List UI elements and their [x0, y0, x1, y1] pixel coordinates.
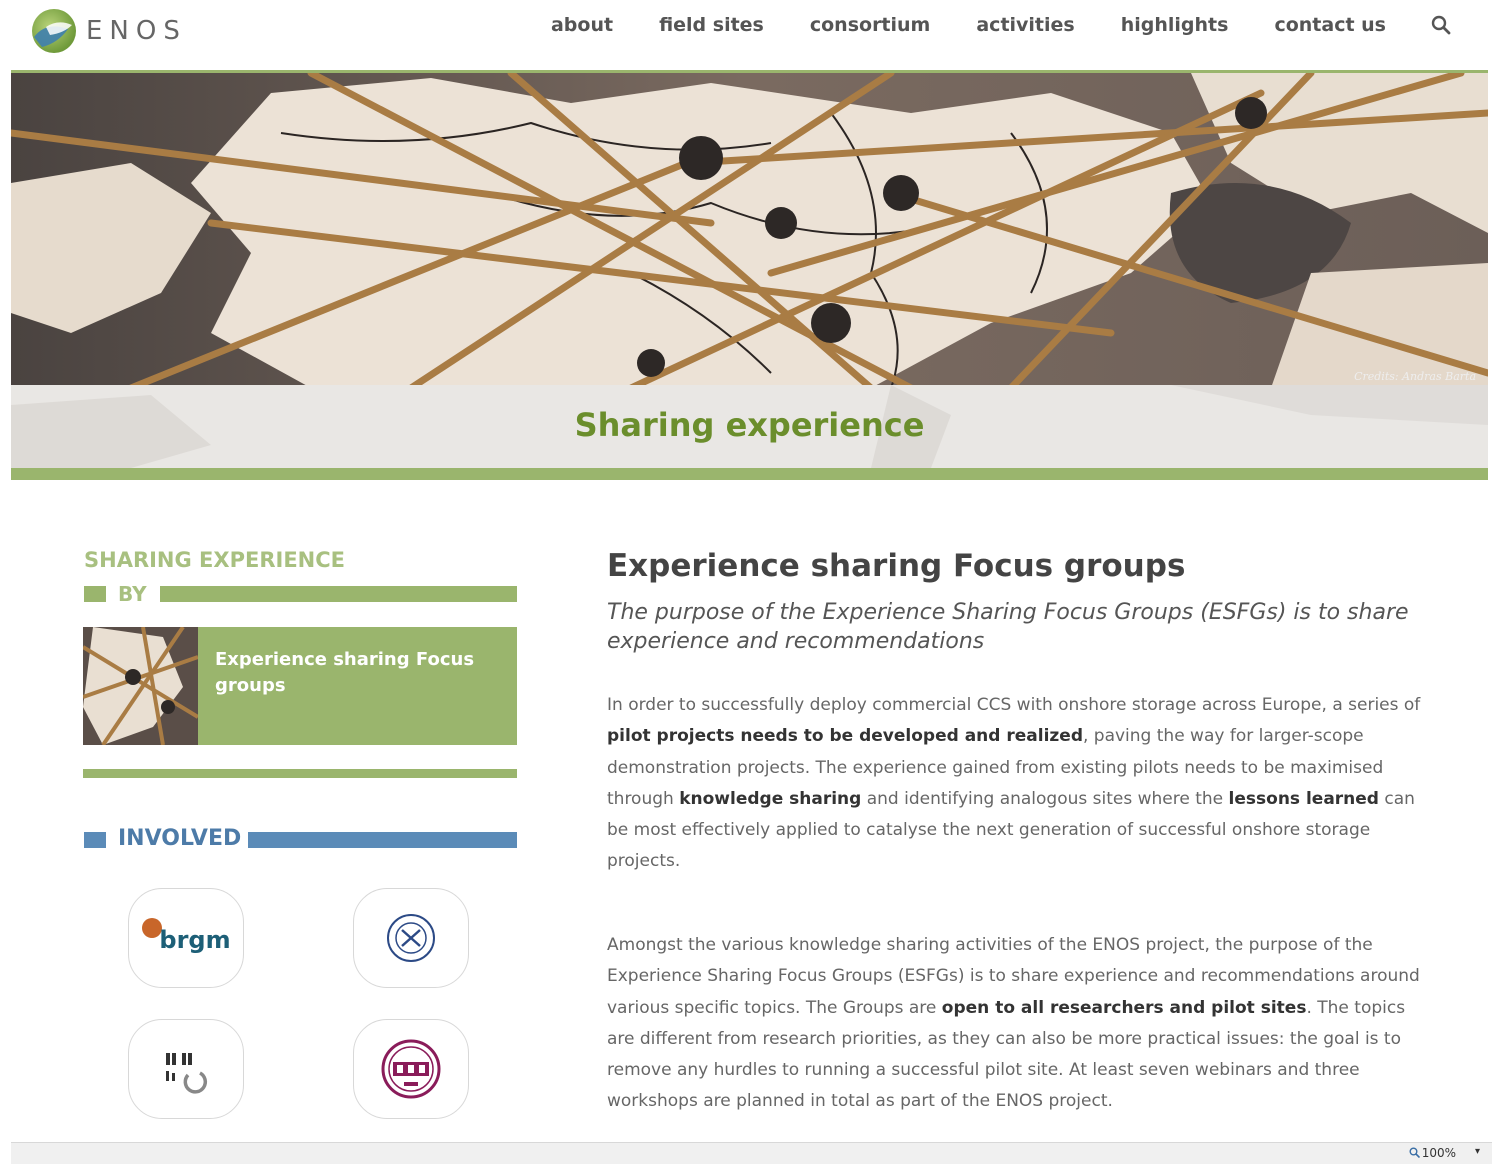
involved-bar-right [248, 832, 517, 848]
article-subtitle: The purpose of the Experience Sharing Fo… [607, 600, 1409, 654]
image-credits: Credits: Andras Barta [1354, 370, 1476, 383]
bgs-seal-icon [381, 1039, 441, 1099]
hero-bottom-rule [11, 468, 1488, 480]
bold-run: lessons learned [1228, 788, 1379, 809]
by-label: BY [118, 582, 147, 606]
site-header: ENOS about field sites consortium activi… [0, 0, 1492, 70]
partner-brgm[interactable]: brgm [128, 888, 244, 988]
enos-logo[interactable]: ENOS [28, 6, 187, 56]
main-nav: about field sites consortium activities … [505, 14, 1452, 36]
text-run: In order to successfully deploy commerci… [607, 695, 1421, 715]
brgm-logo-text: brgm [159, 926, 231, 954]
zoom-icon [1409, 1147, 1420, 1158]
sidebar-rule [83, 769, 517, 778]
involved-divider: INVOLVED [84, 826, 517, 854]
partner-bgs-seal[interactable] [353, 1019, 469, 1119]
by-bar-left [84, 586, 106, 602]
university-seal-icon [387, 914, 435, 962]
sidebar-heading: SHARING EXPERIENCE [84, 548, 345, 572]
nav-consortium[interactable]: consortium [810, 14, 931, 36]
hero-banner: Credits: Andras Barta Sharing experience [11, 70, 1488, 480]
research-institute-icon [166, 1053, 208, 1094]
search-icon[interactable] [1430, 14, 1452, 36]
nav-activities[interactable]: activities [976, 14, 1074, 36]
globe-logo-icon [32, 9, 76, 53]
zoom-value: 100% [1421, 1146, 1456, 1160]
text-run: and identifying analogous sites where th… [861, 788, 1229, 809]
bold-run: open to all researchers and pilot sites [941, 997, 1307, 1018]
card-title: Experience sharing Focus groups [215, 649, 475, 696]
focus-groups-card[interactable]: Experience sharing Focus groups [83, 627, 517, 745]
nav-contact-us[interactable]: contact us [1274, 14, 1386, 36]
bold-run: knowledge sharing [679, 788, 862, 809]
bold-run: pilot projects needs to be developed and… [607, 726, 1083, 747]
partner-university-seal[interactable] [353, 888, 469, 988]
article-paragraph-1: In order to successfully deploy commerci… [607, 690, 1427, 878]
hero-map-image [11, 73, 1488, 388]
browser-status-bar: 100% ▾ [11, 1142, 1492, 1164]
logo-text: ENOS [86, 16, 187, 46]
nav-highlights[interactable]: highlights [1121, 14, 1229, 36]
involved-bar-left [84, 832, 106, 848]
zoom-dropdown-arrow[interactable]: ▾ [1475, 1146, 1480, 1157]
hero-title: Sharing experience [574, 406, 925, 444]
partner-research-institute[interactable] [128, 1019, 244, 1119]
article-title: Experience sharing Focus groups [607, 548, 1186, 584]
zoom-level[interactable]: 100% [1409, 1146, 1456, 1160]
by-bar-right [160, 586, 517, 602]
article-paragraph-2: Amongst the various knowledge sharing ac… [607, 930, 1427, 1118]
involved-label: INVOLVED [118, 826, 242, 851]
nav-field-sites[interactable]: field sites [659, 14, 764, 36]
by-divider: BY [84, 582, 517, 606]
nav-about[interactable]: about [551, 14, 613, 36]
card-thumbnail [83, 627, 198, 745]
